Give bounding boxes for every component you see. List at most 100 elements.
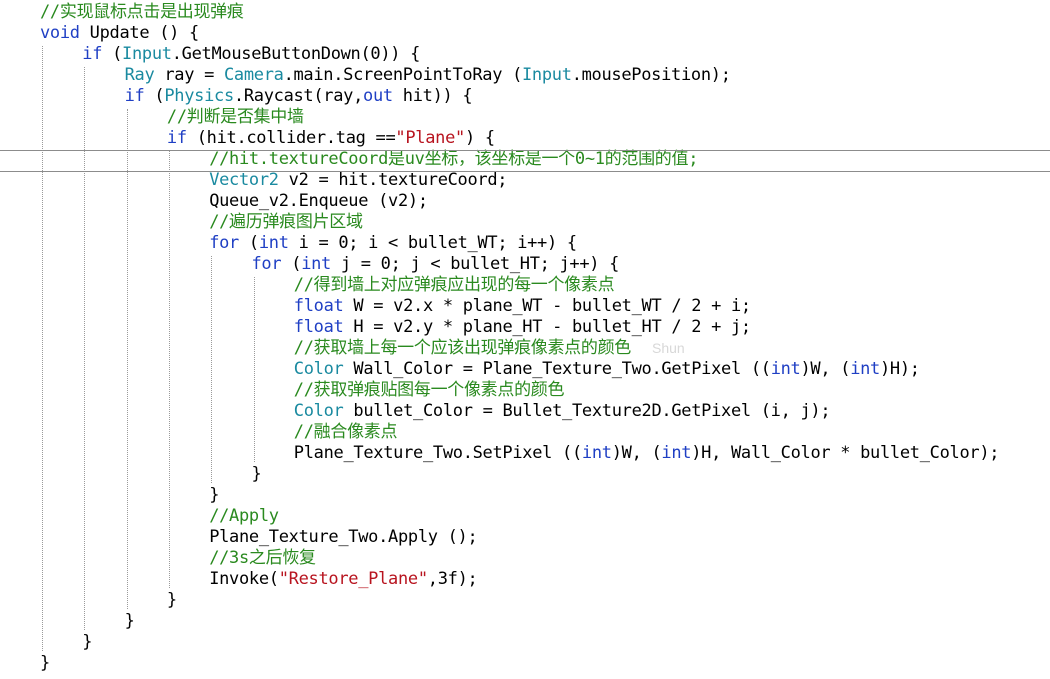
code-token-kw: out bbox=[363, 86, 393, 106]
code-line[interactable]: Plane_Texture_Two.SetPixel ((int)W, (int… bbox=[0, 443, 1050, 464]
code-line[interactable]: for (int j = 0; j < bullet_HT; j++) { bbox=[0, 254, 1050, 275]
code-line[interactable]: } bbox=[0, 611, 1050, 632]
code-token-plain: ,3f); bbox=[427, 569, 478, 589]
code-token-type: Input bbox=[522, 65, 572, 85]
code-token-kw: int bbox=[301, 254, 331, 274]
code-line[interactable]: float W = v2.x * plane_WT - bullet_WT / … bbox=[0, 296, 1050, 317]
code-token-plain: ( bbox=[144, 86, 165, 106]
code-token-plain: } bbox=[166, 590, 177, 610]
code-token-kw: if bbox=[82, 44, 103, 64]
code-token-plain: } bbox=[124, 611, 135, 631]
code-token-kw: if bbox=[124, 86, 145, 106]
code-token-plain: )W, ( bbox=[611, 443, 662, 463]
code-token-plain: j = 0; j < bullet_HT; j++) { bbox=[331, 254, 620, 274]
code-line[interactable]: //实现鼠标点击是出现弹痕 bbox=[0, 2, 1050, 23]
code-line[interactable]: //3s之后恢复 bbox=[0, 548, 1050, 569]
code-token-plain: (hit.collider.tag == bbox=[186, 128, 396, 148]
code-token-plain: bullet_Color = Bullet_Texture2D.GetPixel… bbox=[343, 401, 831, 421]
code-token-plain: .mousePosition); bbox=[571, 65, 731, 85]
code-line[interactable]: //得到墙上对应弹痕应出现的每一个像素点 bbox=[0, 275, 1050, 296]
code-token-plain: )W, ( bbox=[800, 359, 851, 379]
code-token-plain: Invoke( bbox=[209, 569, 279, 589]
code-token-kw: if bbox=[166, 128, 187, 148]
code-token-kw: int bbox=[850, 359, 880, 379]
code-line[interactable]: if (hit.collider.tag =="Plane") { bbox=[0, 128, 1050, 149]
code-token-type: Color bbox=[293, 359, 344, 379]
code-line[interactable]: } bbox=[0, 485, 1050, 506]
watermark: Shun bbox=[652, 340, 685, 356]
code-token-plain: ray = bbox=[154, 65, 224, 85]
code-token-plain: W = v2.x * plane_WT - bullet_WT / 2 + i; bbox=[343, 296, 751, 316]
code-line[interactable]: if (Input.GetMouseButtonDown(0)) { bbox=[0, 44, 1050, 65]
code-token-kw: for bbox=[209, 233, 239, 253]
code-token-plain: Update () { bbox=[79, 23, 200, 43]
code-line[interactable]: } bbox=[0, 590, 1050, 611]
code-line[interactable]: for (int i = 0; i < bullet_WT; i++) { bbox=[0, 233, 1050, 254]
code-token-comment: //实现鼠标点击是出现弹痕 bbox=[40, 2, 244, 22]
code-token-type: Input bbox=[122, 44, 172, 64]
code-token-type: Vector2 bbox=[209, 170, 279, 190]
code-token-plain: } bbox=[209, 485, 220, 505]
code-token-plain: hit)) { bbox=[392, 86, 473, 106]
code-token-comment: //hit.textureCoord是uv坐标，该坐标是一个0~1的范围的值; bbox=[209, 149, 699, 169]
code-token-comment: //遍历弹痕图片区域 bbox=[209, 212, 363, 232]
code-token-plain: } bbox=[40, 653, 50, 673]
code-line[interactable]: Queue_v2.Enqueue (v2); bbox=[0, 191, 1050, 212]
code-token-plain: ( bbox=[281, 254, 302, 274]
code-token-kw: int bbox=[770, 359, 801, 379]
code-line[interactable]: Plane_Texture_Two.Apply (); bbox=[0, 527, 1050, 548]
code-line[interactable]: Color Wall_Color = Plane_Texture_Two.Get… bbox=[0, 359, 1050, 380]
code-editor[interactable]: //实现鼠标点击是出现弹痕 void Update () {if (Input.G… bbox=[0, 0, 1050, 679]
code-token-plain: Queue_v2.Enqueue (v2); bbox=[209, 191, 428, 211]
code-token-plain: ( bbox=[239, 233, 259, 253]
code-line[interactable]: //遍历弹痕图片区域 bbox=[0, 212, 1050, 233]
code-token-comment: //获取弹痕贴图每一个像素点的颜色 bbox=[293, 380, 565, 400]
code-line[interactable]: //判断是否集中墙 bbox=[0, 107, 1050, 128]
code-token-plain: H = v2.y * plane_HT - bullet_HT / 2 + j; bbox=[343, 317, 751, 337]
code-token-kw: int bbox=[661, 443, 692, 463]
code-token-plain: Plane_Texture_Two.Apply (); bbox=[209, 527, 478, 547]
code-line[interactable]: Invoke("Restore_Plane",3f); bbox=[0, 569, 1050, 590]
code-token-plain: .Raycast(ray, bbox=[233, 86, 364, 106]
code-line[interactable]: } bbox=[0, 653, 1050, 674]
code-token-plain: Plane_Texture_Two.SetPixel (( bbox=[293, 443, 582, 463]
code-token-kw: void bbox=[40, 23, 80, 43]
code-token-plain: ( bbox=[102, 44, 123, 64]
code-token-kw: for bbox=[251, 254, 282, 274]
code-line[interactable]: float H = v2.y * plane_HT - bullet_HT / … bbox=[0, 317, 1050, 338]
code-token-str: "Restore_Plane" bbox=[278, 569, 428, 589]
code-line[interactable]: //融合像素点 bbox=[0, 422, 1050, 443]
code-line[interactable]: //获取墙上每一个应该出现弹痕像素点的颜色 bbox=[0, 338, 1050, 359]
code-view[interactable]: //实现鼠标点击是出现弹痕 void Update () {if (Input.G… bbox=[0, 2, 1050, 674]
code-token-str: "Plane" bbox=[395, 128, 465, 148]
code-token-comment: //判断是否集中墙 bbox=[166, 107, 304, 127]
code-line[interactable]: void Update () { bbox=[0, 23, 1050, 44]
code-token-plain: )H, Wall_Color * bullet_Color); bbox=[691, 443, 1000, 463]
code-token-plain: .main.ScreenPointToRay ( bbox=[283, 65, 523, 85]
code-line[interactable]: Color bullet_Color = Bullet_Texture2D.Ge… bbox=[0, 401, 1050, 422]
code-token-type: Physics bbox=[164, 86, 234, 106]
code-token-plain: ) { bbox=[464, 128, 495, 148]
code-token-kw: int bbox=[581, 443, 612, 463]
code-line[interactable]: } bbox=[0, 464, 1050, 485]
code-line[interactable]: Ray ray = Camera.main.ScreenPointToRay (… bbox=[0, 65, 1050, 86]
code-line[interactable]: //获取弹痕贴图每一个像素点的颜色 bbox=[0, 380, 1050, 401]
code-line[interactable]: if (Physics.Raycast(ray,out hit)) { bbox=[0, 86, 1050, 107]
code-token-comment: //3s之后恢复 bbox=[209, 548, 316, 568]
code-token-plain: )H); bbox=[880, 359, 920, 379]
code-token-comment: //融合像素点 bbox=[293, 422, 398, 442]
code-token-type: Camera bbox=[223, 65, 284, 85]
code-token-comment: //获取墙上每一个应该出现弹痕像素点的颜色 bbox=[293, 338, 631, 358]
code-token-plain: .GetMouseButtonDown(0)) { bbox=[171, 44, 421, 64]
code-token-comment: //Apply bbox=[209, 506, 279, 526]
code-line[interactable]: //Apply bbox=[0, 506, 1050, 527]
code-token-kw: float bbox=[293, 317, 344, 337]
code-line[interactable]: Vector2 v2 = hit.textureCoord; bbox=[0, 170, 1050, 191]
code-line[interactable]: } bbox=[0, 632, 1050, 653]
code-line[interactable]: //hit.textureCoord是uv坐标，该坐标是一个0~1的范围的值; bbox=[0, 149, 1050, 170]
code-token-plain: Wall_Color = Plane_Texture_Two.GetPixel … bbox=[343, 359, 771, 379]
code-token-kw: float bbox=[293, 296, 344, 316]
code-token-kw: int bbox=[258, 233, 289, 253]
code-token-type: Color bbox=[293, 401, 344, 421]
code-token-plain: v2 = hit.textureCoord; bbox=[278, 170, 508, 190]
